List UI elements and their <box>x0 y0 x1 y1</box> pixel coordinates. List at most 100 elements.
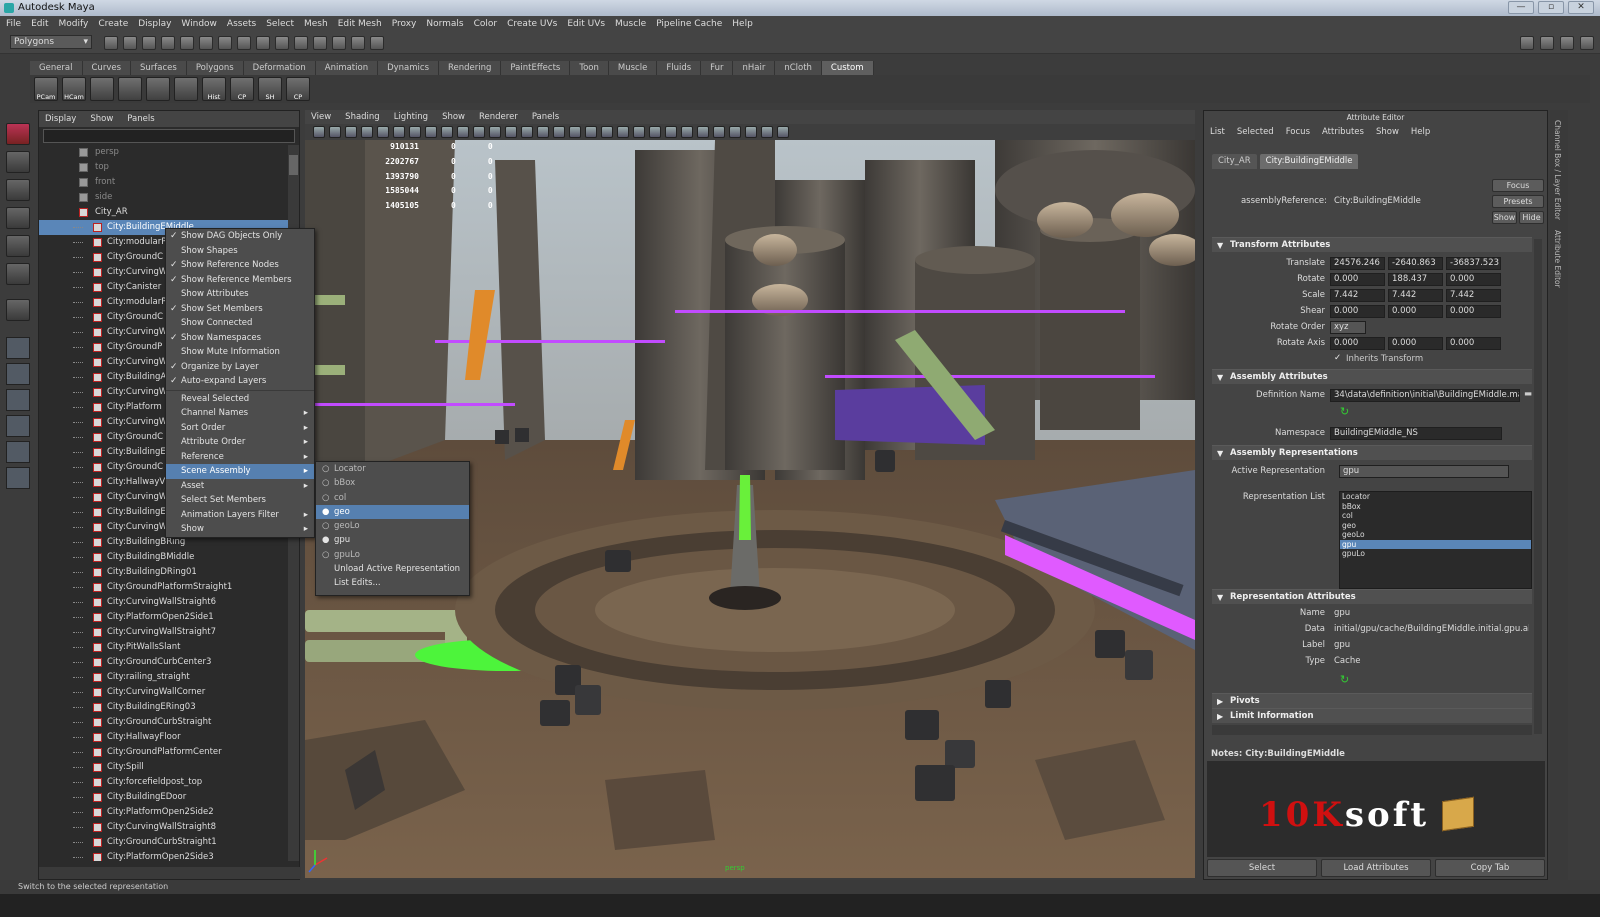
shelf-button-tool-3[interactable] <box>118 77 142 101</box>
limit-information-section[interactable]: ▶ Limit Information <box>1212 708 1532 723</box>
viewport-tool-icon[interactable] <box>489 126 501 138</box>
representation-list-item[interactable]: gpuLo <box>1340 549 1531 559</box>
browse-folder-icon[interactable]: ▬ <box>1524 389 1532 399</box>
menu-modify[interactable]: Modify <box>59 19 89 29</box>
shelf-tab-curves[interactable]: Curves <box>82 61 132 75</box>
pivots-section[interactable]: ▶ Pivots <box>1212 693 1532 708</box>
outliner-filter-field[interactable] <box>43 129 295 143</box>
viewport-tool-icon[interactable] <box>345 126 357 138</box>
paint-select-tool-icon[interactable] <box>6 179 30 201</box>
select-tool-icon[interactable] <box>6 123 30 145</box>
rep-name-field[interactable]: gpu <box>1330 607 1530 620</box>
outliner-row[interactable]: City:CurvingWallStraight8 <box>39 820 289 835</box>
context-item-show-connected[interactable]: Show Connected <box>166 316 314 331</box>
shelf-button-hist[interactable]: Hist <box>202 77 226 101</box>
snap-point-icon[interactable] <box>256 36 270 50</box>
ae-tab-city-ar[interactable]: City_AR <box>1212 154 1257 169</box>
shelf-button-hcam[interactable]: HCam <box>62 77 86 101</box>
context-item-sort-order[interactable]: Sort Order ▸ <box>166 421 314 436</box>
hide-button[interactable]: Hide <box>1519 211 1544 224</box>
outliner-row[interactable]: City:BuildingEDoor <box>39 790 289 805</box>
outliner-camera-front[interactable]: front <box>39 175 289 190</box>
assembly-representations-section[interactable]: ▼ Assembly Representations <box>1212 445 1532 460</box>
outliner-menu-show[interactable]: Show <box>90 114 113 124</box>
viewport-menu-lighting[interactable]: Lighting <box>394 112 428 122</box>
outliner-camera-side[interactable]: side <box>39 190 289 205</box>
ae-menu-help[interactable]: Help <box>1411 127 1430 137</box>
context-item-show-attributes[interactable]: Show Attributes <box>166 287 314 302</box>
viewport-tool-icon[interactable] <box>729 126 741 138</box>
menu-file[interactable]: File <box>6 19 21 29</box>
save-scene-icon[interactable] <box>142 36 156 50</box>
shelf-button-tool-4[interactable] <box>146 77 170 101</box>
menu-set-dropdown[interactable]: Polygons <box>10 35 92 49</box>
move-tool-icon[interactable] <box>6 207 30 229</box>
outliner-row[interactable]: City:BuildingDRing01 <box>39 565 289 580</box>
persp-outliner-layout-icon[interactable] <box>6 389 30 411</box>
new-scene-icon[interactable] <box>104 36 118 50</box>
rep-type-field[interactable]: Cache <box>1330 655 1530 668</box>
rotate-x-field[interactable]: 0.000 <box>1330 273 1385 286</box>
menu-edit-mesh[interactable]: Edit Mesh <box>338 19 382 29</box>
outliner-row[interactable]: City:GroundCurbStraight1 <box>39 835 289 850</box>
ae-menu-selected[interactable]: Selected <box>1237 127 1274 137</box>
definition-name-field[interactable]: 34\data\definition\initial\BuildingEMidd… <box>1330 389 1520 402</box>
notes-area[interactable]: Notes: City:BuildingEMiddle 10Ksoft <box>1207 747 1545 857</box>
context-item-reference[interactable]: Reference ▸ <box>166 450 314 465</box>
single-pane-layout-icon[interactable] <box>6 337 30 359</box>
menu-normals[interactable]: Normals <box>426 19 463 29</box>
context-item-organize-by-layer[interactable]: ✓ Organize by Layer <box>166 360 314 375</box>
shelf-tab-polygons[interactable]: Polygons <box>186 61 244 75</box>
viewport-tool-icon[interactable] <box>425 126 437 138</box>
shelf-tab-toon[interactable]: Toon <box>570 61 609 75</box>
outliner-row[interactable]: City:PlatformOpen2Side3 <box>39 850 289 861</box>
viewport-menu-view[interactable]: View <box>311 112 331 122</box>
shelf-tab-animation[interactable]: Animation <box>315 61 379 75</box>
shear-x-field[interactable]: 0.000 <box>1330 305 1385 318</box>
shelf-tab-surfaces[interactable]: Surfaces <box>131 61 187 75</box>
viewport-tool-icon[interactable] <box>761 126 773 138</box>
menu-create-uvs[interactable]: Create UVs <box>507 19 557 29</box>
last-tool-icon[interactable] <box>6 299 30 321</box>
rotate-axis-y-field[interactable]: 0.000 <box>1388 337 1443 350</box>
representation-option-bbox[interactable]: ○ bBox <box>316 476 469 490</box>
viewport-tool-icon[interactable] <box>521 126 533 138</box>
viewport-tool-icon[interactable] <box>569 126 581 138</box>
persp-hypershade-layout-icon[interactable] <box>6 441 30 463</box>
unload-representation-item[interactable]: Unload Active Representation <box>316 562 469 576</box>
shelf-tab-painteffects[interactable]: PaintEffects <box>501 61 571 75</box>
attribute-editor-tab[interactable]: Attribute Editor <box>1553 230 1562 288</box>
ae-menu-list[interactable]: List <box>1210 127 1225 137</box>
tool-settings-icon[interactable] <box>1560 36 1574 50</box>
inherits-transform-checkbox[interactable]: ✓ <box>1334 353 1341 363</box>
transform-attributes-section[interactable]: ▼ Transform Attributes <box>1212 237 1532 252</box>
menu-assets[interactable]: Assets <box>227 19 256 29</box>
context-item-show-shapes[interactable]: Show Shapes <box>166 244 314 259</box>
rotate-axis-z-field[interactable]: 0.000 <box>1446 337 1501 350</box>
context-item-show[interactable]: Show ▸ <box>166 522 314 537</box>
outliner-row[interactable]: City:Spill <box>39 760 289 775</box>
shelf-tab-ncloth[interactable]: nCloth <box>775 61 822 75</box>
menu-window[interactable]: Window <box>181 19 217 29</box>
outliner-row[interactable]: City:GroundPlatformStraight1 <box>39 580 289 595</box>
shelf-button-cp[interactable]: CP <box>230 77 254 101</box>
render-frame-icon[interactable] <box>313 36 327 50</box>
outliner-row[interactable]: City:BuildingERing03 <box>39 700 289 715</box>
ae-menu-attributes[interactable]: Attributes <box>1322 127 1364 137</box>
list-edits-item[interactable]: List Edits... <box>316 576 469 590</box>
menu-mesh[interactable]: Mesh <box>304 19 328 29</box>
representation-list-item[interactable]: geo <box>1340 521 1531 531</box>
menu-display[interactable]: Display <box>138 19 171 29</box>
representation-attributes-section[interactable]: ▼ Representation Attributes <box>1212 589 1532 604</box>
viewport-tool-icon[interactable] <box>713 126 725 138</box>
menu-help[interactable]: Help <box>732 19 753 29</box>
viewport-tool-icon[interactable] <box>537 126 549 138</box>
viewport-tool-icon[interactable] <box>777 126 789 138</box>
viewport-tool-icon[interactable] <box>681 126 693 138</box>
rotate-axis-x-field[interactable]: 0.000 <box>1330 337 1385 350</box>
shear-z-field[interactable]: 0.000 <box>1446 305 1501 318</box>
ipr-render-icon[interactable] <box>332 36 346 50</box>
context-item-show-reference-members[interactable]: ✓ Show Reference Members <box>166 273 314 288</box>
shelf-tab-deformation[interactable]: Deformation <box>243 61 316 75</box>
select-hierarchy-icon[interactable] <box>161 36 175 50</box>
